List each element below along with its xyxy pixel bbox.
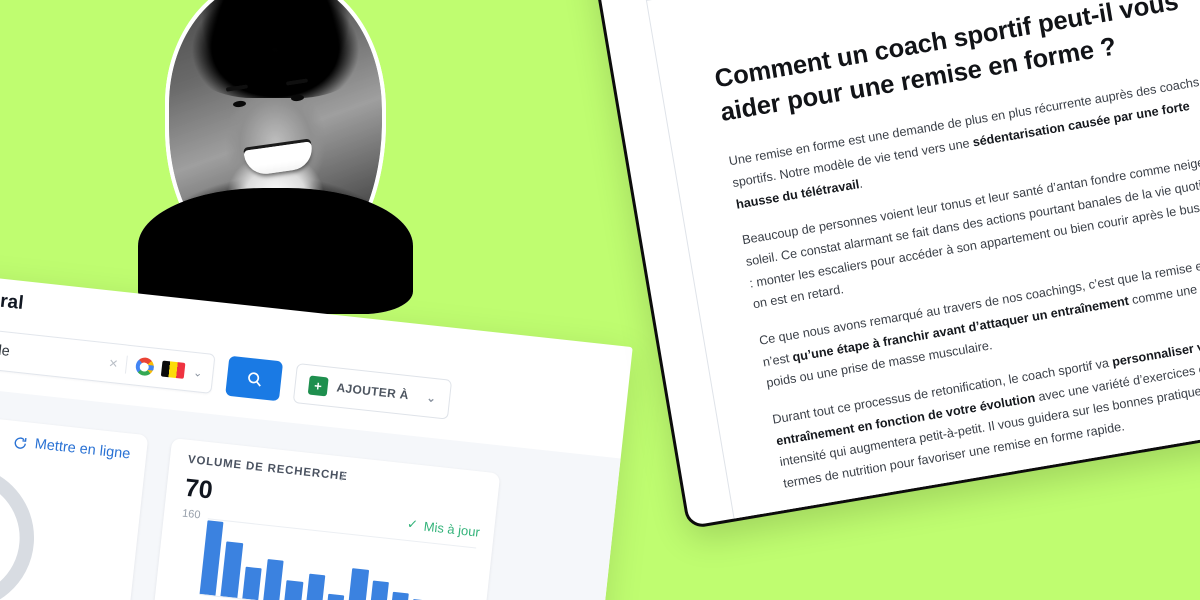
chart-bar (347, 568, 369, 600)
updated-label: Mis à jour (423, 518, 481, 540)
chevron-down-icon[interactable]: ⌄ (193, 365, 204, 379)
google-docs-window: Normal ▾ Space... ▾ − 11 + B I U A ✎ + (586, 0, 1200, 530)
photo-eye-left (232, 100, 246, 108)
search-button[interactable] (225, 355, 284, 402)
document-page[interactable]: Comment un coach sportif peut-il vous ai… (645, 0, 1200, 530)
clear-icon[interactable]: × (100, 353, 126, 373)
profile-photo-image (137, 0, 414, 314)
search-volume-card: VOLUME DE RECHERCHE / 70 ✓ Mis à jour 16… (150, 437, 501, 600)
chart-bar (305, 573, 326, 600)
refresh-link-label: Mettre en ligne (33, 436, 132, 463)
updated-status: ✓ Mis à jour (406, 516, 481, 540)
keyword-input[interactable]: coach sportif uccle (0, 331, 102, 370)
chart-bar (326, 593, 345, 600)
profile-photo (137, 0, 414, 314)
y-axis-max-label: 160 (181, 507, 202, 522)
check-icon: ✓ (406, 515, 419, 532)
chart-bar (284, 580, 304, 600)
chart-bar (263, 559, 284, 600)
difficulty-gauge: 2 SUR 100 (0, 450, 49, 600)
add-to-button[interactable]: + AJOUTER À ⌄ (292, 363, 453, 420)
search-volume-value: 70 (183, 473, 215, 505)
chart-bar (390, 591, 409, 600)
google-icon[interactable] (134, 356, 155, 377)
chart-bar (241, 566, 262, 600)
chart-bar (220, 540, 243, 598)
search-icon (247, 371, 261, 387)
chart-bar (369, 580, 389, 600)
photo-hair (180, 0, 371, 98)
keyword-difficulty-card: Mettre en ligne 2 SUR 100 SANS EFFORT Vo… (0, 401, 149, 600)
keyword-input-box[interactable]: coach sportif uccle × ⌄ (0, 317, 216, 394)
chart-bar (199, 520, 224, 596)
photo-eye-right (290, 94, 304, 102)
refresh-link[interactable]: Mettre en ligne (12, 434, 131, 463)
photo-hoodie (137, 188, 414, 314)
refresh-icon (14, 436, 27, 449)
chevron-down-icon[interactable]: ⌄ (426, 391, 437, 405)
document-body: Une remise en forme est une demande de p… (727, 68, 1200, 495)
belgium-flag-icon[interactable] (160, 360, 186, 379)
photo-smile (243, 141, 315, 177)
spreadsheet-add-icon: + (307, 374, 329, 396)
add-to-label: AJOUTER À (335, 380, 410, 403)
page-title: Aperçu général (0, 278, 25, 315)
